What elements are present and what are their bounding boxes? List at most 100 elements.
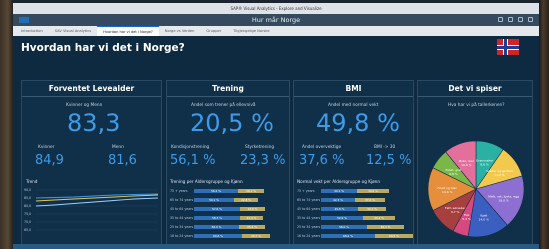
- bar-row: 25 to 34 years 58,0 % 46,3 %: [297, 224, 404, 229]
- panel-trening: Trening Andel som trener på ellevnivå 20…: [166, 80, 290, 249]
- panel-spiser: Det vi spiser Hva har vi på tallerkenen?…: [417, 80, 533, 249]
- kpi-label: Andel som trener på ellevnivå: [191, 103, 256, 108]
- bar-value[interactable]: 50,1 %: [194, 197, 234, 202]
- trend-line-men: [35, 197, 159, 207]
- bar-value[interactable]: 46,3 %: [367, 224, 404, 229]
- bar-category: 45 to 64 years: [170, 206, 194, 211]
- story-canvas: Hvordan har vi det i Norge? Forventet Le…: [13, 36, 539, 249]
- trend-tick: 70,0: [24, 220, 31, 224]
- monitor-bezel-left: [0, 0, 13, 249]
- bar-value[interactable]: 28,7 %: [242, 233, 270, 238]
- bar-row: 35 to 44 years 52,9 % 40,2 %: [297, 215, 395, 220]
- bar-value[interactable]: 23,9 %: [240, 206, 265, 211]
- panel-bmi: BMI Andel med normal vekt 49,8 % Andel o…: [293, 80, 414, 249]
- bar-value[interactable]: 60,8 %: [194, 233, 242, 238]
- monitor-screen: SAP® Visual Analytics - Explore and Visu…: [0, 0, 549, 249]
- panel-title: Det vi spiser: [418, 81, 532, 97]
- kpi-value: 84,9: [35, 153, 64, 168]
- tab-sav-visual-analytics[interactable]: SAV Visual Analytics: [49, 26, 97, 36]
- chart-label: Hva har vi på tallerkenen?: [448, 103, 505, 108]
- bar-value[interactable]: 58,0 %: [321, 224, 367, 229]
- bar-row: 75 + years 44,1 % 39,6 %: [297, 188, 389, 193]
- kpi-value: 56,1 %: [170, 153, 216, 168]
- pie-slice-value: 9,7 %: [451, 210, 460, 214]
- bar-row: 65 to 74 years 50,1 % 22,8 %: [170, 197, 258, 202]
- bar-value[interactable]: 52,9 %: [321, 215, 363, 220]
- user-icon[interactable]: [528, 17, 533, 22]
- bar-category: 45 to 64 years: [297, 206, 321, 211]
- bar-value[interactable]: 56,2 %: [194, 188, 238, 193]
- kpi-value: 12,5 %: [366, 153, 412, 168]
- bar-row: 16 to 24 years 68,2 % 60,5 %: [297, 233, 413, 238]
- bar-category: 75 + years: [170, 188, 188, 193]
- kpi-label: Kvinner og Menn: [66, 103, 103, 108]
- pie-slice-value: 9,6 %: [480, 163, 489, 167]
- bar-category: 16 to 24 years: [170, 233, 194, 238]
- bar-row: 45 to 64 years 57,6 % 23,9 %: [170, 206, 265, 211]
- tab-norge-vs-verden[interactable]: Norge vs Verden: [159, 26, 201, 36]
- window-title: SAP® Visual Analytics - Explore and Visu…: [230, 6, 322, 11]
- bar-category: 65 to 74 years: [170, 197, 194, 202]
- bar-value[interactable]: 34,1 %: [358, 206, 386, 211]
- app-window: SAP® Visual Analytics - Explore and Visu…: [13, 3, 539, 249]
- panel-title: Trening: [167, 81, 289, 97]
- share-icon[interactable]: [508, 17, 513, 22]
- kpi-label: Kondisjonstrening: [171, 145, 210, 150]
- edit-icon[interactable]: [498, 17, 503, 22]
- kpi-value: 23,3 %: [240, 153, 286, 168]
- kpi-value: 49,8 %: [316, 109, 400, 137]
- panel-levealder: Forventet Levealder Kvinner og Menn 83,3…: [21, 80, 162, 249]
- bar-value[interactable]: 21,4 %: [240, 215, 263, 220]
- chart-label: Trening per Aldersgruppe og Kjønn: [170, 179, 243, 184]
- bar-category: 16 to 24 years: [297, 233, 321, 238]
- bar-value[interactable]: 25,2 %: [239, 224, 265, 229]
- bar-row: 75 + years 56,2 % 26,1 %: [170, 188, 264, 193]
- bar-row: 45 to 64 years 45,8 % 34,1 %: [297, 206, 386, 211]
- bar-row: 65 to 74 years 42,3 % 37,0 %: [297, 197, 385, 202]
- tab-introduction[interactable]: Introduction: [15, 26, 49, 36]
- kpi-label: Andel med normal vekt: [328, 103, 379, 108]
- kpi-value: 81,6: [108, 153, 137, 168]
- kpi-label: Menn: [112, 145, 124, 150]
- tab-grupper[interactable]: Grupper: [200, 26, 227, 36]
- trend-tick: 85,0: [24, 196, 31, 200]
- kpi-label: BMI -> 30: [374, 145, 396, 150]
- bar-value[interactable]: 68,2 %: [321, 233, 375, 238]
- tab-tilgjengelige-norske[interactable]: Tilgjengelige Norske: [227, 26, 275, 36]
- bar-category: 35 to 44 years: [170, 215, 194, 220]
- bar-category: 25 to 34 years: [170, 224, 194, 229]
- story-tabs: Introduction SAV Visual Analytics Hvorda…: [13, 26, 539, 36]
- bar-value[interactable]: 42,3 %: [321, 197, 355, 202]
- trend-tick: 75,0: [24, 212, 31, 216]
- browser-title-bar: SAP® Visual Analytics - Explore and Visu…: [13, 3, 539, 14]
- bar-value[interactable]: 58,3 %: [194, 215, 240, 220]
- chart-label: Normal vekt per Aldersgruppe og Kjønn: [297, 179, 380, 184]
- kpi-label: Styrketrening: [245, 145, 275, 150]
- bar-value[interactable]: 39,6 %: [357, 188, 389, 193]
- shell-bar: Hur mår Norge: [13, 14, 539, 26]
- bar-value[interactable]: 45,8 %: [321, 206, 358, 211]
- kpi-value: 20,5 %: [190, 109, 274, 137]
- page-title: Hvordan har vi det i Norge?: [21, 42, 185, 54]
- pie-slice-value: 14,0 %: [479, 218, 490, 222]
- panel-title: BMI: [294, 81, 413, 97]
- bar-value[interactable]: 57,6 %: [194, 206, 240, 211]
- bar-value[interactable]: 37,0 %: [355, 197, 385, 202]
- chart-label: Trend: [26, 179, 38, 184]
- bar-value[interactable]: 40,2 %: [363, 215, 395, 220]
- bar-value[interactable]: 22,8 %: [234, 197, 258, 202]
- bar-value[interactable]: 44,1 %: [321, 188, 357, 193]
- bar-value[interactable]: 56,0 %: [194, 224, 239, 229]
- settings-icon[interactable]: [518, 17, 523, 22]
- bar-value[interactable]: 60,5 %: [375, 233, 413, 238]
- trend-chart: 90,0 85,0 80,0 75,0 70,0 65,0: [24, 188, 159, 232]
- bar-value[interactable]: 26,1 %: [238, 188, 264, 193]
- trend-tick: 65,0: [24, 228, 31, 232]
- tab-hvordan-har-vi-det[interactable]: Hvordan har vi det i Norge?: [97, 26, 159, 36]
- trend-tick: 90,0: [24, 188, 31, 192]
- pie-slice-value: 18,0 %: [498, 198, 509, 202]
- bottom-strip: [13, 244, 539, 249]
- pie-slice-value: 5,3 %: [462, 217, 471, 221]
- bar-category: 35 to 44 years: [297, 215, 321, 220]
- bar-category: 65 to 74 years: [297, 197, 321, 202]
